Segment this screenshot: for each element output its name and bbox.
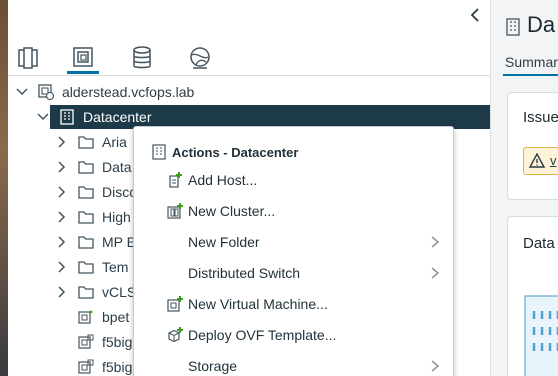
chevron-down-icon[interactable] (37, 111, 49, 123)
active-tab-indicator (503, 74, 558, 76)
tab-vms-templates[interactable] (67, 42, 99, 74)
chevron-right-icon[interactable] (56, 236, 68, 248)
folder-icon (78, 184, 94, 200)
chevron-right-icon[interactable] (56, 286, 68, 298)
chevron-left-icon (470, 8, 479, 22)
warning-alert[interactable]: v (523, 147, 558, 175)
tab-networking[interactable] (184, 42, 216, 74)
warning-link[interactable]: v (550, 153, 557, 168)
menu-item-label: Deploy OVF Template... (188, 327, 337, 343)
desktop-background (0, 0, 8, 376)
menu-item-add-host[interactable]: Add Host... (134, 166, 453, 194)
menu-item-deploy-ovf-template[interactable]: Deploy OVF Template... (134, 321, 453, 349)
tree-label: vCLS (102, 284, 137, 300)
collapse-panel-button[interactable] (466, 6, 484, 24)
tree-label: Disco (102, 184, 138, 200)
tree-row-vcenter[interactable]: alderstead.vcfops.lab (8, 80, 490, 104)
chevron-right-icon[interactable] (56, 211, 68, 223)
new-cluster-icon (167, 203, 183, 219)
menu-item-label: Distributed Switch (188, 265, 301, 281)
menu-item-label: Add Host... (188, 172, 258, 188)
vcenter-icon (38, 84, 54, 100)
datacenter-icon (59, 109, 75, 125)
summary-panel: Da Summar Issue v Data (490, 0, 558, 376)
datacenter-icon (152, 144, 166, 160)
issues-card: Issue v (507, 92, 558, 200)
hosts-clusters-icon (18, 47, 38, 69)
folder-icon (78, 234, 94, 250)
storage-icon (133, 46, 151, 69)
networking-icon (190, 47, 210, 69)
chevron-right-icon (431, 360, 440, 372)
tab-summary[interactable]: Summar (505, 54, 558, 70)
card-title: Data (523, 235, 555, 252)
chevron-right-icon[interactable] (56, 136, 68, 148)
tree-label: Tem (102, 259, 129, 275)
context-menu: Actions - Datacenter Add Host... New Clu… (133, 126, 454, 376)
tree-label: Datacenter (83, 109, 152, 125)
folder-icon (78, 259, 94, 275)
vm-icon (78, 359, 94, 375)
vm-icon (78, 334, 94, 350)
chevron-right-icon (431, 236, 440, 248)
menu-item-new-cluster[interactable]: New Cluster... (134, 197, 453, 225)
datacenter-card: Data (507, 216, 558, 376)
page-title: Da (527, 12, 556, 37)
new-vm-icon (167, 296, 183, 312)
tree-label: Data (102, 159, 132, 175)
folder-icon (78, 209, 94, 225)
deploy-ovf-icon (168, 327, 183, 343)
chevron-right-icon[interactable] (56, 161, 68, 173)
context-menu-title: Actions - Datacenter (172, 144, 299, 160)
capacity-graphic-icon (524, 295, 558, 376)
add-host-icon (169, 172, 182, 188)
tab-storage[interactable] (126, 42, 158, 74)
card-title: Issue (523, 109, 558, 126)
vm-powered-on-icon (78, 309, 94, 325)
tree-label: MP E (102, 234, 136, 250)
menu-item-label: New Folder (188, 234, 260, 250)
folder-icon (78, 159, 94, 175)
folder-icon (78, 284, 94, 300)
folder-icon (78, 134, 94, 150)
warning-icon (529, 153, 545, 168)
inventory-tabs (8, 42, 490, 76)
vms-templates-icon (73, 46, 93, 67)
context-menu-header: Actions - Datacenter (152, 143, 298, 161)
menu-item-label: New Virtual Machine... (188, 296, 328, 312)
tree-label: bpet (102, 309, 130, 325)
chevron-right-icon (431, 267, 440, 279)
menu-item-storage[interactable]: Storage (134, 352, 453, 376)
chevron-right-icon[interactable] (56, 261, 68, 273)
menu-item-new-virtual-machine[interactable]: New Virtual Machine... (134, 290, 453, 318)
tree-label: alderstead.vcfops.lab (62, 84, 195, 100)
chevron-down-icon[interactable] (16, 86, 28, 98)
chevron-right-icon[interactable] (56, 186, 68, 198)
datacenter-icon (506, 18, 520, 36)
tree-label: High (102, 209, 131, 225)
menu-item-label: Storage (188, 358, 238, 374)
tree-label: f5big (102, 359, 133, 375)
tree-label: Aria (102, 134, 127, 150)
menu-item-label: New Cluster... (188, 203, 276, 219)
menu-item-distributed-switch[interactable]: Distributed Switch (134, 259, 453, 287)
tab-hosts-clusters[interactable] (12, 42, 44, 74)
menu-item-new-folder[interactable]: New Folder (134, 228, 453, 256)
tree-label: f5big (102, 334, 133, 350)
